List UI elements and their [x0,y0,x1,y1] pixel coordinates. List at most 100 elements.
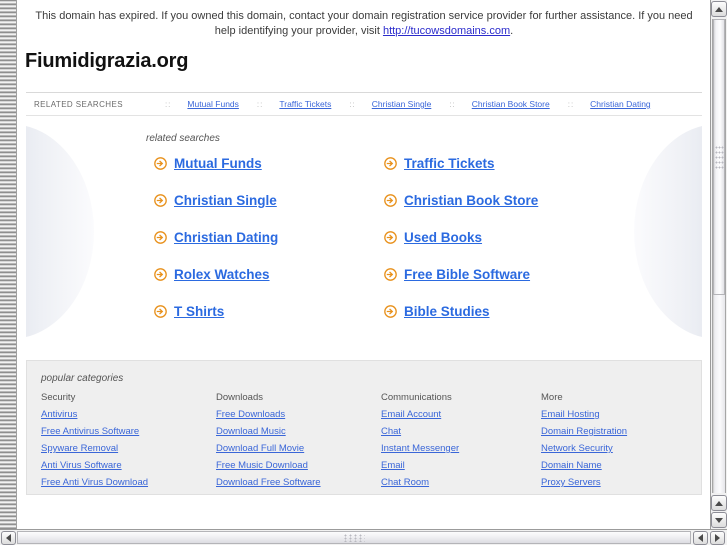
arrow-circle-right-icon [384,231,397,244]
horizontal-scrollbar[interactable] [0,529,727,545]
grip-dots-icon [714,145,724,169]
topnav-link-christian-single[interactable]: Christian Single [372,99,432,109]
related-searches-nav-items: :: Mutual Funds :: Traffic Tickets :: Ch… [165,99,702,109]
scroll-up-button-top[interactable] [711,1,727,17]
related-link-bible-studies[interactable]: Bible Studies [404,304,490,319]
related-link-christian-book-store[interactable]: Christian Book Store [404,193,538,208]
related-link-christian-single[interactable]: Christian Single [174,193,277,208]
list-item[interactable]: Rolex Watches [154,267,384,282]
triangle-up-icon [715,6,723,12]
triangle-up-icon [715,500,723,506]
list-item[interactable]: Christian Single [154,193,384,208]
list-item[interactable]: T Shirts [154,304,384,319]
arrow-circle-right-icon [384,157,397,170]
related-link-t-shirts[interactable]: T Shirts [174,304,224,319]
category-link-download-free-software[interactable]: Download Free Software [216,477,381,488]
category-link-email[interactable]: Email [381,460,541,471]
scroll-right-button[interactable] [710,531,725,545]
category-link-domain-name[interactable]: Domain Name [541,460,701,471]
list-item[interactable]: Christian Dating [154,230,384,245]
category-column-security: Security Antivirus Free Antivirus Softwa… [41,392,216,494]
arrow-circle-right-icon [384,305,397,318]
horizontal-scroll-thumb[interactable] [17,531,691,544]
related-searches-caption: related searches [146,133,220,144]
nav-separator: :: [449,99,456,109]
topnav-link-mutual-funds[interactable]: Mutual Funds [187,99,239,109]
scroll-left-button[interactable] [693,531,708,545]
nav-separator: :: [164,99,172,109]
list-item[interactable]: Used Books [384,230,702,245]
page-title: Fiumidigrazia.org [25,50,189,72]
left-gutter-strip [0,0,17,529]
topnav-link-christian-book-store[interactable]: Christian Book Store [472,99,550,109]
nav-separator: :: [256,99,264,109]
triangle-right-icon [715,534,720,542]
category-link-antivirus[interactable]: Antivirus [41,409,216,420]
topnav-link-christian-dating[interactable]: Christian Dating [590,99,650,109]
scroll-up-button[interactable] [711,495,727,511]
scroll-left-button-start[interactable] [1,531,16,545]
triangle-left-icon [6,534,11,542]
vertical-scrollbar[interactable] [710,0,727,529]
nav-separator: :: [567,99,575,109]
browser-window: This domain has expired. If you owned th… [0,0,727,545]
arrow-circle-right-icon [154,194,167,207]
related-link-used-books[interactable]: Used Books [404,230,482,245]
category-column-more: More Email Hosting Domain Registration N… [541,392,701,494]
related-link-traffic-tickets[interactable]: Traffic Tickets [404,156,495,171]
category-link-free-anti-virus-download[interactable]: Free Anti Virus Download [41,477,216,488]
category-link-email-account[interactable]: Email Account [381,409,541,420]
category-link-anti-virus-software[interactable]: Anti Virus Software [41,460,216,471]
vertical-scroll-track[interactable] [712,19,726,493]
category-link-chat[interactable]: Chat [381,426,541,437]
vertical-scroll-thumb[interactable] [713,19,725,295]
list-item[interactable]: Bible Studies [384,304,702,319]
category-column-downloads: Downloads Free Downloads Download Music … [216,392,381,494]
category-link-domain-registration[interactable]: Domain Registration [541,426,701,437]
arrow-circle-right-icon [154,231,167,244]
category-link-download-full-movie[interactable]: Download Full Movie [216,443,381,454]
grip-dots-icon [343,533,365,542]
related-link-mutual-funds[interactable]: Mutual Funds [174,156,262,171]
popular-categories-caption: popular categories [41,373,124,384]
related-searches-navbar: RELATED SEARCHES :: Mutual Funds :: Traf… [26,92,702,116]
related-searches-label: RELATED SEARCHES [34,99,123,109]
category-heading: Security [41,392,76,403]
category-link-free-antivirus-software[interactable]: Free Antivirus Software [41,426,216,437]
arrow-circle-right-icon [384,268,397,281]
category-link-chat-room[interactable]: Chat Room [381,477,541,488]
category-heading: More [541,392,563,403]
list-item[interactable]: Traffic Tickets [384,156,702,171]
arrow-circle-right-icon [154,157,167,170]
category-link-free-music-download[interactable]: Free Music Download [216,460,381,471]
list-item[interactable]: Mutual Funds [154,156,384,171]
list-item[interactable]: Christian Book Store [384,193,702,208]
nav-separator: :: [349,99,356,109]
domain-expired-banner: This domain has expired. If you owned th… [18,0,710,43]
tucows-domains-link[interactable]: http://tucowsdomains.com [383,25,510,37]
category-link-network-security[interactable]: Network Security [541,443,701,454]
scroll-down-button[interactable] [711,512,727,528]
popular-categories-section: popular categories Security Antivirus Fr… [26,360,702,495]
banner-text-after: . [510,25,514,37]
topnav-link-traffic-tickets[interactable]: Traffic Tickets [279,99,331,109]
category-column-communications: Communications Email Account Chat Instan… [381,392,541,494]
category-link-email-hosting[interactable]: Email Hosting [541,409,701,420]
related-searches-section: related searches Mutual Funds Traffic Ti… [26,116,702,348]
related-link-christian-dating[interactable]: Christian Dating [174,230,278,245]
category-link-free-downloads[interactable]: Free Downloads [216,409,381,420]
horizontal-scroll-track[interactable] [17,531,691,544]
arrow-circle-right-icon [154,268,167,281]
category-heading: Communications [381,392,452,403]
related-link-free-bible-software[interactable]: Free Bible Software [404,267,530,282]
category-link-proxy-servers[interactable]: Proxy Servers [541,477,701,488]
banner-text-before: This domain has expired. If you owned th… [35,10,693,37]
category-link-instant-messenger[interactable]: Instant Messenger [381,443,541,454]
related-searches-grid: Mutual Funds Traffic Tickets Christian S… [26,156,702,319]
category-link-download-music[interactable]: Download Music [216,426,381,437]
arrow-circle-right-icon [154,305,167,318]
related-link-rolex-watches[interactable]: Rolex Watches [174,267,270,282]
categories-columns: Security Antivirus Free Antivirus Softwa… [27,392,701,494]
list-item[interactable]: Free Bible Software [384,267,702,282]
category-link-spyware-removal[interactable]: Spyware Removal [41,443,216,454]
